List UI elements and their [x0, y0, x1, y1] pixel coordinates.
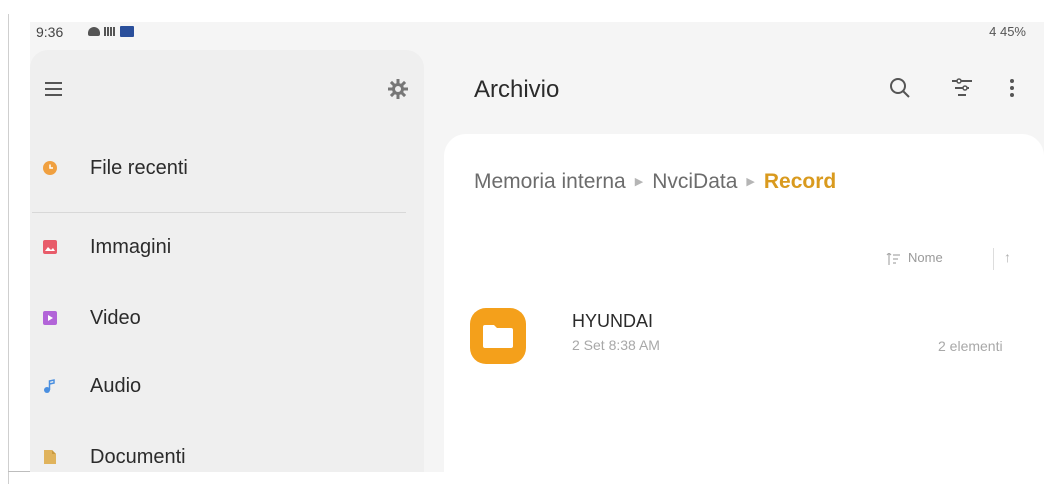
sidebar-item-recent-files[interactable]: File recenti [30, 146, 424, 190]
sidebar: File recenti Immagini Video Audio Docume… [30, 50, 424, 472]
status-time: 9:36 [36, 24, 64, 40]
breadcrumb-separator-icon: ▶ [634, 176, 644, 188]
sidebar-item-label: File recenti [90, 157, 188, 179]
documents-icon [44, 450, 56, 464]
sidebar-item-label: Video [90, 307, 141, 329]
grid-icon [104, 27, 116, 36]
folder-icon [470, 308, 526, 364]
sort-direction-icon[interactable]: ↑ [1004, 249, 1011, 265]
sidebar-item-video[interactable]: Video [30, 296, 424, 340]
list-item[interactable]: HYUNDAI 2 Set 8:38 AM 2 elementi [464, 302, 1044, 372]
breadcrumb-item[interactable]: NvciData [652, 170, 737, 193]
video-icon [43, 311, 57, 325]
file-list-panel: Memoria interna ▶ NvciData ▶ Record Nome ↑ H… [444, 134, 1044, 472]
filter-icon[interactable] [950, 78, 974, 98]
cloud-icon [88, 27, 100, 36]
file-date: 2 Set 8:38 AM [572, 337, 660, 353]
status-system-info: 4 45% [989, 24, 1026, 39]
sidebar-item-label: Documenti [90, 446, 186, 468]
item-count: 2 elementi [938, 338, 1003, 354]
sidebar-divider [32, 212, 406, 213]
sidebar-item-label: Immagini [90, 236, 172, 258]
more-options-icon[interactable] [1005, 76, 1019, 100]
sidebar-item-images[interactable]: Immagini [30, 225, 424, 269]
status-bar: 9:36 4 45% [30, 22, 1044, 44]
file-name: HYUNDAI [572, 311, 654, 331]
page-title: Archivio [474, 76, 560, 103]
sidebar-item-audio[interactable]: Audio [30, 364, 424, 408]
gallery-icon [120, 26, 134, 37]
audio-icon [44, 379, 55, 393]
menu-icon[interactable] [45, 82, 62, 96]
frame-left-edge [8, 14, 9, 484]
breadcrumb-item[interactable]: Memoria interna [474, 170, 626, 193]
app-window: 9:36 4 45% File recenti Immagini Video A… [30, 22, 1044, 472]
sort-label: Nome [908, 250, 943, 265]
recent-files-icon [43, 161, 57, 175]
images-icon [43, 240, 57, 254]
search-icon[interactable] [888, 76, 912, 100]
settings-gear-icon[interactable] [387, 78, 409, 100]
breadcrumb-separator-icon: ▶ [746, 176, 755, 188]
sort-icon [886, 253, 900, 265]
breadcrumb-current: Record [763, 170, 837, 193]
status-notification-icons [88, 26, 134, 37]
sort-divider [993, 248, 994, 270]
sidebar-item-documents[interactable]: Documenti [30, 435, 424, 472]
breadcrumb: Memoria interna ▶ NvciData ▶ Record [474, 170, 836, 194]
sidebar-item-label: Audio [90, 375, 142, 397]
